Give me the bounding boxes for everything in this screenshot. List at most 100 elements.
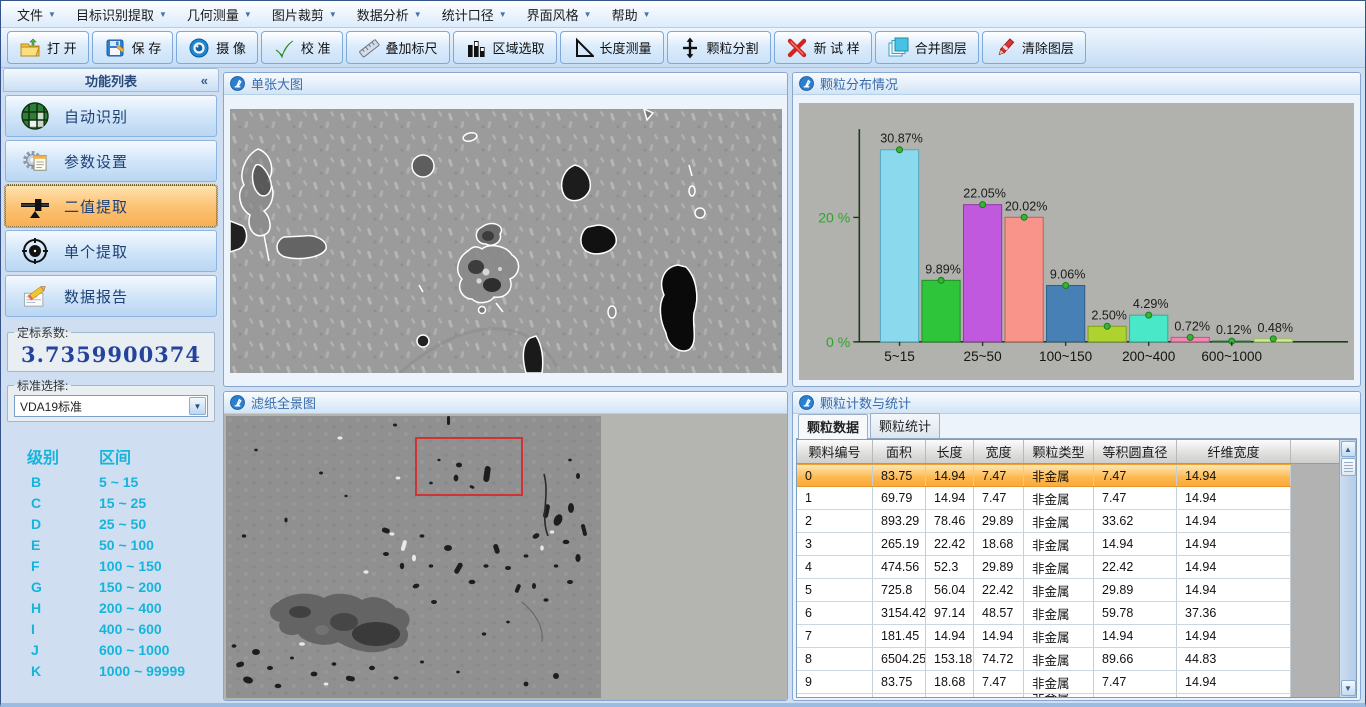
- table-cell: 7.47: [974, 671, 1024, 693]
- table-row[interactable]: 3265.1922.4218.68非金属14.9414.94: [797, 533, 1291, 556]
- table-cell: 14.94: [974, 625, 1024, 647]
- table-row[interactable]: 2893.2978.4629.89非金属33.6214.94: [797, 510, 1291, 533]
- toolbar-button-camera[interactable]: 摄 像: [176, 31, 258, 64]
- column-header[interactable]: 颗粒类型: [1024, 440, 1094, 463]
- toolbar-button-newsample[interactable]: 新 试 样: [774, 31, 872, 64]
- toolbar-button-ruler[interactable]: 叠加标尺: [346, 31, 450, 64]
- table-cell: 非金属: [1024, 465, 1094, 486]
- sidebar-button-report[interactable]: 数据报告: [5, 275, 217, 317]
- x-tick-label: 200~400: [1122, 349, 1175, 364]
- toolbar-button-length[interactable]: 长度测量: [560, 31, 664, 64]
- panel-single-image: 单张大图: [223, 72, 788, 387]
- menu-item-1[interactable]: 目标识别提取▼: [66, 2, 177, 27]
- toolbar-button-clear[interactable]: 清除图层: [982, 31, 1086, 64]
- bar-value-label: 22.05%: [963, 187, 1006, 201]
- table-row[interactable]: 非金属: [797, 694, 1291, 697]
- level-row: E50 ~ 100: [17, 535, 219, 556]
- chart-bar[interactable]: [1130, 315, 1168, 342]
- level-row: C15 ~ 25: [17, 493, 219, 514]
- collapse-sidebar-icon[interactable]: «: [201, 73, 208, 88]
- chart-bar[interactable]: [1047, 285, 1085, 341]
- table-cell: 0: [797, 465, 873, 486]
- menu-item-2[interactable]: 几何测量▼: [177, 2, 262, 27]
- column-header[interactable]: 颗料编号: [797, 440, 873, 463]
- distribution-chart[interactable]: 0 %20 %30.87%9.89%22.05%20.02%9.06%2.50%…: [799, 103, 1354, 380]
- table-cell: 474.56: [873, 556, 926, 578]
- tab-particle-stats[interactable]: 颗粒统计: [870, 413, 940, 438]
- bar-value-label: 9.89%: [925, 262, 961, 276]
- column-header[interactable]: 长度: [926, 440, 974, 463]
- chart-bar[interactable]: [880, 150, 918, 342]
- sidebar-button-params[interactable]: 参数设置: [5, 140, 217, 182]
- chevron-down-icon[interactable]: ▼: [189, 397, 206, 415]
- toolbar-button-split[interactable]: 颗粒分割: [667, 31, 771, 64]
- toolbar-button-open[interactable]: 打 开: [7, 31, 89, 64]
- pencil-doc-icon: [22, 284, 49, 308]
- table-cell: 59.78: [1094, 602, 1177, 624]
- microscope-photo[interactable]: [230, 109, 782, 373]
- menu-item-4[interactable]: 数据分析▼: [347, 2, 432, 27]
- sidebar-button-binary[interactable]: 二值提取: [5, 185, 217, 227]
- menu-bar: 文件▼目标识别提取▼几何测量▼图片裁剪▼数据分析▼统计口径▼界面风格▼帮助▼: [1, 1, 1365, 28]
- toolbar-button-label: 长度测量: [600, 38, 652, 57]
- target-icon: [22, 238, 48, 264]
- table-row[interactable]: 169.7914.947.47非金属7.4714.94: [797, 487, 1291, 510]
- table-cell: 725.8: [873, 579, 926, 601]
- toolbar-button-merge[interactable]: 合并图层: [875, 31, 979, 64]
- column-header[interactable]: 等积圆直径: [1094, 440, 1177, 463]
- toolbar-button-region[interactable]: 区域选取: [453, 31, 557, 64]
- standard-select[interactable]: VDA19标准 ▼: [14, 395, 208, 417]
- sidebar-button-auto-detect[interactable]: 自动识别: [5, 95, 217, 137]
- table-cell: 6504.25: [873, 648, 926, 670]
- table-row[interactable]: 983.7518.687.47非金属7.4714.94: [797, 671, 1291, 694]
- table-cell: 69.79: [873, 487, 926, 509]
- table-cell: 14.94: [1177, 579, 1291, 601]
- panel-distribution: 颗粒分布情况 0 %20 %30.87%9.89%22.05%20.02%9.0…: [792, 72, 1361, 387]
- table-cell: 非金属: [1024, 556, 1094, 578]
- menu-item-6[interactable]: 界面风格▼: [517, 2, 602, 27]
- scroll-down-icon[interactable]: ▼: [1341, 680, 1356, 696]
- table-cell: 22.42: [974, 579, 1024, 601]
- scroll-up-icon[interactable]: ▲: [1341, 441, 1356, 457]
- table-cell: 1: [797, 487, 873, 509]
- table-row[interactable]: 86504.25153.1874.72非金属89.6644.83: [797, 648, 1291, 671]
- save-icon: [104, 37, 126, 59]
- table-cell: 29.89: [1094, 579, 1177, 601]
- sidebar-button-single[interactable]: 单个提取: [5, 230, 217, 272]
- chart-bar[interactable]: [963, 205, 1001, 342]
- x-tick-label: 5~15: [884, 349, 915, 364]
- table-vertical-scrollbar[interactable]: ▲ ▼: [1339, 440, 1356, 697]
- table-cell: [797, 694, 873, 697]
- column-header[interactable]: 宽度: [974, 440, 1024, 463]
- scrollbar-thumb[interactable]: [1341, 458, 1356, 476]
- table-row[interactable]: 4474.5652.329.89非金属22.4214.94: [797, 556, 1291, 579]
- chart-bar[interactable]: [922, 280, 960, 342]
- table-row[interactable]: 7181.4514.9414.94非金属14.9414.94: [797, 625, 1291, 648]
- column-header[interactable]: 面积: [873, 440, 926, 463]
- tab-particle-data[interactable]: 颗粒数据: [798, 414, 868, 439]
- menu-item-3[interactable]: 图片裁剪▼: [262, 2, 347, 27]
- x-tick-label: 600~1000: [1201, 349, 1262, 364]
- table-cell: 14.94: [1177, 671, 1291, 693]
- table-row[interactable]: 5725.856.0422.42非金属29.8914.94: [797, 579, 1291, 602]
- table-cell: 14.94: [1177, 625, 1291, 647]
- table-row[interactable]: 63154.4297.1448.57非金属59.7837.36: [797, 602, 1291, 625]
- table-cell: [926, 694, 974, 697]
- panel-single-image-title: 单张大图: [224, 73, 787, 95]
- level-row: B5 ~ 15: [17, 472, 219, 493]
- column-header[interactable]: 纤维宽度: [1177, 440, 1291, 463]
- chart-bar[interactable]: [1005, 217, 1043, 342]
- table-row[interactable]: 083.7514.947.47非金属7.4714.94: [797, 464, 1291, 487]
- toolbar-button-save[interactable]: 保 存: [92, 31, 174, 64]
- menu-item-7[interactable]: 帮助▼: [602, 2, 661, 27]
- panorama-photo[interactable]: [226, 416, 601, 698]
- sidebar: 功能列表 « 自动识别参数设置二值提取单个提取数据报告 定标系数: 3.7359…: [1, 68, 222, 703]
- menu-item-5[interactable]: 统计口径▼: [432, 2, 517, 27]
- sidebar-buttons: 自动识别参数设置二值提取单个提取数据报告: [3, 92, 219, 319]
- table-cell: 3: [797, 533, 873, 555]
- table-cell: 22.42: [926, 533, 974, 555]
- menu-item-0[interactable]: 文件▼: [7, 2, 66, 27]
- toolbar-button-calibrate[interactable]: 校 准: [261, 31, 343, 64]
- sidebar-button-label: 自动识别: [64, 106, 128, 127]
- table-cell: 181.45: [873, 625, 926, 647]
